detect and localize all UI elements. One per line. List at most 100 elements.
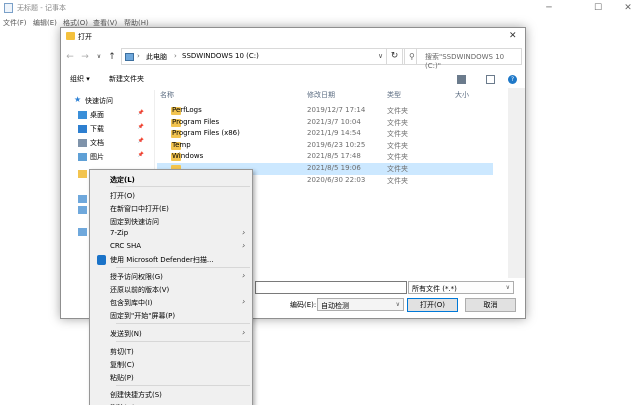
breadcrumb-drive[interactable]: SSDWINDOWS 10 (C:)	[182, 52, 259, 60]
context-menu-item[interactable]: 7-Zip ›	[91, 228, 251, 240]
file-date: 2021/8/5 19:06	[307, 164, 361, 172]
menu-separator	[116, 267, 250, 268]
file-date: 2021/3/7 10:04	[307, 117, 361, 126]
nav-item[interactable]: 桌面 📌	[61, 109, 153, 121]
breadcrumb-separator-icon: ›	[174, 52, 177, 60]
close-icon[interactable]: ✕	[622, 3, 634, 13]
context-menu-label: 固定到快速访问	[110, 218, 159, 226]
pin-icon: 📌	[137, 110, 144, 116]
context-menu-label: 在新窗口中打开(E)	[110, 205, 169, 213]
context-menu-item[interactable]: 创建快捷方式(S)	[91, 389, 251, 401]
nav-item[interactable]: 图片 📌	[61, 151, 153, 163]
organize-button[interactable]: 组织 ▾	[70, 74, 90, 84]
file-row[interactable]: PerfLogs 2019/12/7 17:14 文件夹	[157, 105, 493, 117]
file-name: Program Files (x86)	[172, 129, 240, 138]
dialog-close-icon[interactable]: ✕	[509, 31, 517, 41]
breadcrumb-this-pc[interactable]: 此电脑	[146, 52, 167, 62]
context-menu-item[interactable]: 固定到快速访问	[91, 216, 251, 228]
up-arrow-icon[interactable]: ↑	[106, 51, 118, 63]
file-type: 文件夹	[387, 141, 408, 150]
menu-edit[interactable]: 编辑(E)	[33, 18, 57, 28]
submenu-arrow-icon: ›	[242, 297, 246, 306]
nav-item[interactable]: 下载 📌	[61, 123, 153, 135]
encoding-select[interactable]: 自动检测 ∨	[317, 298, 404, 311]
nav-item[interactable]: ★ 快速访问	[61, 95, 153, 107]
file-row[interactable]: Program Files (x86) 2021/1/9 14:54 文件夹	[157, 128, 493, 140]
minimize-icon[interactable]: ─	[543, 3, 555, 13]
star-icon: ★	[74, 95, 82, 104]
search-box[interactable]: ⚲ 搜索"SSDWINDOWS 10 (C:)"	[404, 48, 522, 70]
context-menu-item[interactable]: 授予访问权限(G) ›	[91, 271, 251, 283]
context-menu-item[interactable]: 剪切(T)	[91, 346, 251, 358]
folder-icon	[78, 170, 87, 178]
file-date: 2020/6/30 22:03	[307, 175, 366, 184]
help-icon[interactable]: ?	[508, 75, 517, 84]
nav-item-label: 文档	[90, 139, 104, 147]
menu-separator	[116, 323, 250, 324]
file-type: 文件夹	[387, 130, 408, 139]
column-type[interactable]: 类型	[387, 90, 401, 100]
context-menu-item[interactable]: 固定到"开始"屏幕(P)	[91, 310, 251, 322]
menu-file[interactable]: 文件(F)	[3, 18, 27, 28]
context-menu-item[interactable]: 还原以前的版本(V)	[91, 284, 251, 296]
file-row[interactable]: Program Files 2021/3/7 10:04 文件夹	[157, 117, 493, 129]
cancel-button[interactable]: 取消	[465, 298, 516, 312]
defender-shield-icon	[97, 255, 106, 265]
forward-arrow-icon[interactable]: →	[79, 51, 91, 63]
file-row[interactable]: Windows 2021/8/5 17:48 文件夹	[157, 151, 493, 163]
context-menu-label: 粘贴(P)	[110, 374, 134, 382]
filetype-select[interactable]: 所有文件 (*.*) ∨	[408, 281, 514, 294]
column-headers: 名称 修改日期 类型 大小	[157, 88, 525, 102]
file-date: 2021/8/5 17:48	[307, 152, 361, 161]
file-row[interactable]: Temp 2019/6/23 10:25 文件夹	[157, 140, 493, 152]
vertical-scrollbar[interactable]	[508, 88, 525, 278]
context-menu-item[interactable]: CRC SHA ›	[91, 241, 251, 253]
column-size[interactable]: 大小	[455, 90, 469, 100]
library-icon	[78, 139, 87, 147]
context-menu-item[interactable]: 粘贴(P)	[91, 372, 251, 384]
refresh-icon[interactable]: ↻	[386, 48, 403, 65]
submenu-arrow-icon: ›	[242, 241, 246, 250]
filename-input[interactable]	[255, 281, 407, 294]
address-dropdown-icon[interactable]: ∨	[378, 52, 383, 60]
context-menu-label: 复制(C)	[110, 361, 135, 369]
back-arrow-icon[interactable]: ←	[64, 51, 76, 63]
context-menu-label: 使用 Microsoft Defender扫描...	[110, 256, 214, 264]
nav-item-label: 下载	[90, 125, 104, 133]
context-menu-item[interactable]: 在新窗口中打开(E)	[91, 203, 251, 215]
context-menu-label: 选定(L)	[110, 176, 135, 184]
breadcrumb-separator-icon: ›	[137, 52, 140, 60]
file-type: 文件夹	[387, 165, 408, 173]
open-button[interactable]: 打开(O)	[407, 298, 458, 312]
folder-icon	[66, 32, 75, 40]
maximize-icon[interactable]: ☐	[592, 3, 604, 13]
context-menu-item[interactable]: 打开(O)	[91, 190, 251, 202]
nav-item-label: 快速访问	[85, 97, 113, 105]
context-menu-item[interactable]: 使用 Microsoft Defender扫描...	[91, 254, 251, 266]
context-menu-label: 授予访问权限(G)	[110, 273, 163, 281]
context-menu-item[interactable]: 复制(C)	[91, 359, 251, 371]
view-options-icon[interactable]	[457, 75, 466, 84]
context-menu-item[interactable]: 发送到(N) ›	[91, 328, 251, 340]
preview-pane-icon[interactable]	[486, 75, 495, 84]
column-name[interactable]: 名称	[160, 90, 174, 100]
computer-icon	[125, 53, 134, 61]
folder-icon	[78, 206, 87, 214]
context-menu-item[interactable]: 选定(L)	[91, 174, 251, 186]
new-folder-button[interactable]: 新建文件夹	[109, 74, 144, 84]
context-menu-item[interactable]: 包含到库中(I) ›	[91, 297, 251, 309]
file-name: Windows	[172, 152, 204, 161]
menu-separator	[116, 385, 250, 386]
library-icon	[78, 111, 87, 119]
dialog-title: 打开	[78, 33, 92, 41]
context-menu-label: 剪切(T)	[110, 348, 134, 356]
context-menu: 选定(L) 打开(O) 在新窗口中打开(E) 固定到快速访问 7-Zip › CRC SHA…	[89, 169, 253, 405]
recent-chevron-icon[interactable]: ∨	[93, 51, 105, 63]
file-type: 文件夹	[387, 118, 408, 127]
address-bar[interactable]: › 此电脑 › SSDWINDOWS 10 (C:) ∨	[121, 48, 417, 65]
column-date[interactable]: 修改日期	[307, 90, 335, 100]
context-menu-label: 创建快捷方式(S)	[110, 391, 162, 399]
notepad-icon	[4, 3, 13, 13]
file-date: 2019/6/23 10:25	[307, 140, 366, 149]
nav-item[interactable]: 文档 📌	[61, 137, 153, 149]
